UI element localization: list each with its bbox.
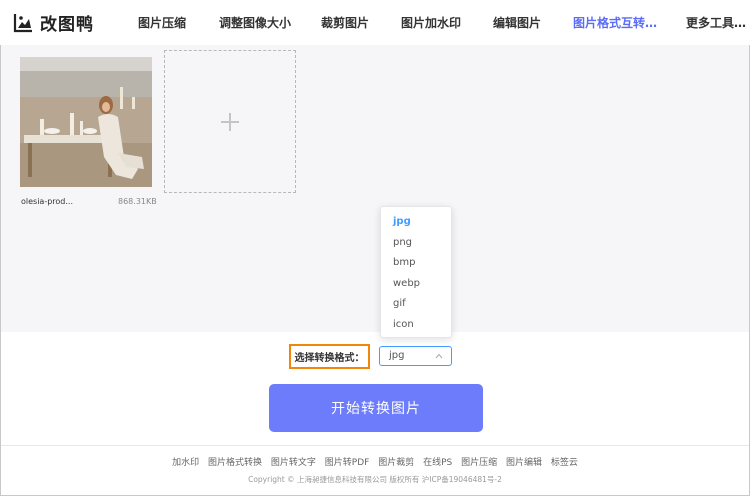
format-option-jpg[interactable]: jpg (381, 212, 451, 233)
format-option-webp[interactable]: webp (381, 274, 451, 295)
footer-link-compress[interactable]: 图片压缩 (461, 458, 497, 468)
format-label: 选择转换格式： (289, 344, 370, 369)
footer-links: 加水印 图片格式转换 图片转文字 图片转PDF 图片裁剪 在线PS 图片压缩 图… (0, 455, 750, 468)
footer-link-tag-cloud[interactable]: 标签云 (551, 458, 578, 468)
photo-image (20, 57, 152, 187)
nav-item-crop[interactable]: 裁剪图片 (321, 14, 369, 31)
add-image-button[interactable] (164, 50, 296, 193)
footer-link-image-to-pdf[interactable]: 图片转PDF (325, 458, 370, 468)
nav-item-format-convert[interactable]: 图片格式互转… (573, 14, 657, 31)
logo-icon (13, 13, 32, 32)
start-convert-button[interactable]: 开始转换图片 (269, 384, 483, 432)
file-size: 868.31KB (118, 197, 157, 206)
format-label-text: 选择转换格式： (294, 353, 365, 364)
nav-item-more-tools[interactable]: 更多工具… (686, 14, 746, 31)
format-select[interactable]: jpg (379, 346, 452, 366)
format-option-bmp[interactable]: bmp (381, 253, 451, 274)
format-option-icon[interactable]: icon (381, 315, 451, 336)
nav-item-compress[interactable]: 图片压缩 (138, 14, 186, 31)
format-option-png[interactable]: png (381, 233, 451, 254)
work-area: olesia-prod... 868.31KB (1, 45, 749, 332)
logo[interactable]: 改图鸭 (12, 10, 94, 35)
footer-link-edit[interactable]: 图片编辑 (506, 458, 542, 468)
nav-item-resize[interactable]: 调整图像大小 (219, 14, 291, 31)
uploaded-image-thumbnail[interactable] (20, 57, 152, 187)
format-dropdown-menu: jpg png bmp webp gif icon (380, 206, 452, 338)
format-select-value: jpg (389, 350, 405, 361)
format-option-gif[interactable]: gif (381, 294, 451, 315)
footer-divider (1, 445, 749, 446)
copyright-text: Copyright © 上海昶捷信息科技有限公司 版权所有 沪ICP备19046… (248, 475, 502, 484)
nav-item-edit[interactable]: 编辑图片 (493, 14, 541, 31)
footer-link-image-to-text[interactable]: 图片转文字 (271, 458, 316, 468)
plus-icon (221, 112, 239, 131)
chevron-up-icon (435, 353, 443, 359)
footer-link-format-convert[interactable]: 图片格式转换 (208, 458, 262, 468)
logo-text: 改图鸭 (40, 15, 94, 35)
file-name: olesia-prod... (21, 197, 74, 206)
nav-item-watermark[interactable]: 图片加水印 (401, 14, 461, 31)
footer-link-online-ps[interactable]: 在线PS (423, 458, 452, 468)
footer-link-watermark[interactable]: 加水印 (172, 458, 199, 468)
top-header: 改图鸭 图片压缩 调整图像大小 裁剪图片 图片加水印 编辑图片 图片格式互转… … (0, 0, 750, 45)
footer-link-crop[interactable]: 图片裁剪 (378, 458, 414, 468)
